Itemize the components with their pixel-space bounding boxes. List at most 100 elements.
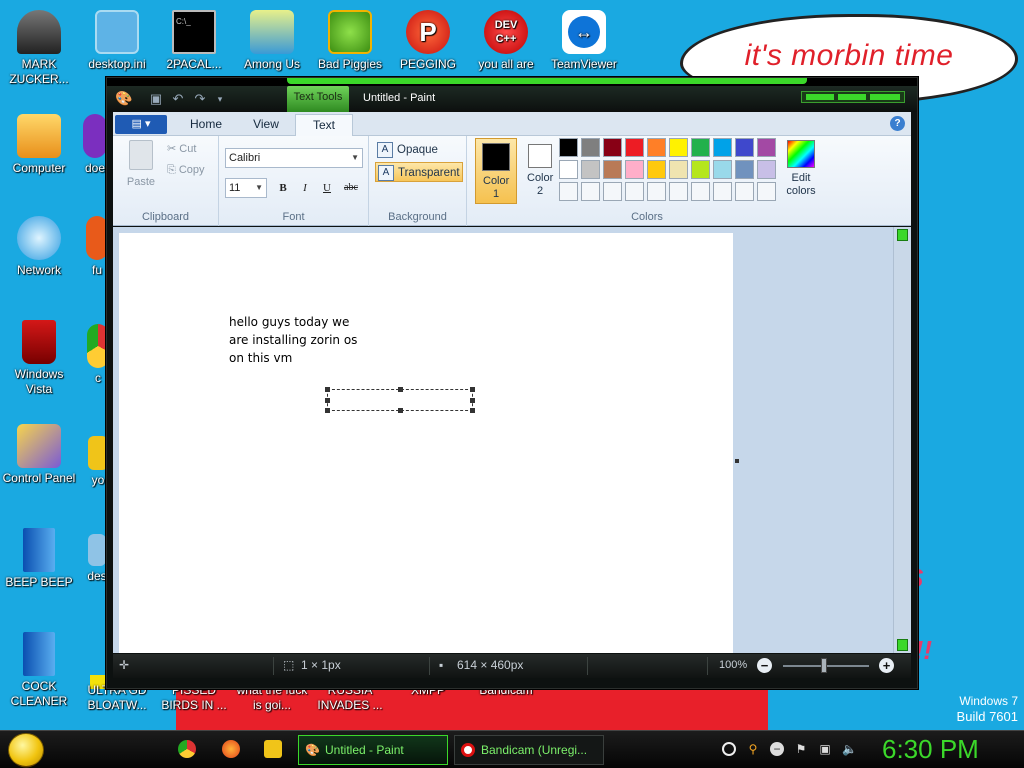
resize-handle[interactable] [470,408,475,413]
palette-swatch[interactable] [603,138,622,157]
palette-swatch[interactable] [603,182,622,201]
maximize-button[interactable] [838,94,866,100]
desktop-icon-beep-beep[interactable]: BEEP BEEP [0,528,78,590]
window-controls[interactable] [801,91,905,103]
action-center-flag-icon[interactable]: ⚑ [794,742,808,756]
palette-swatch[interactable] [625,160,644,179]
desktop-icon-2pacal[interactable]: C:\_ 2PACAL... [155,10,233,72]
desktop-icon-cock-cleaner[interactable]: COCK CLEANER [0,632,78,709]
resize-handle[interactable] [470,398,475,403]
palette-swatch[interactable] [581,182,600,201]
palette-swatch[interactable] [757,138,776,157]
minus-circle-icon[interactable]: − [770,742,784,756]
paste-button[interactable]: Paste [121,140,161,188]
paint-palette-icon[interactable]: 🎨 [115,90,133,106]
desktop-icon-computer[interactable]: Computer [0,114,78,176]
palette-swatch[interactable] [647,138,666,157]
italic-button[interactable]: I [295,178,315,198]
palette-swatch[interactable] [757,182,776,201]
folder-icon[interactable] [264,740,282,758]
minimize-button[interactable] [806,94,834,100]
cut-button[interactable]: ✂ Cut [167,142,196,155]
undo-icon[interactable]: ↶ [169,90,187,108]
palette-swatch[interactable] [669,160,688,179]
desktop-icon-control-panel[interactable]: Control Panel [0,424,78,486]
palette-swatch[interactable] [691,182,710,201]
tab-view[interactable]: View [237,114,295,136]
vertical-scrollbar[interactable] [893,227,911,653]
start-button[interactable] [8,733,44,768]
quick-access-dropdown-icon[interactable]: ▾ [211,90,229,108]
taskbar-task-bandicam[interactable]: Bandicam (Unregi... [454,735,604,765]
palette-swatch[interactable] [669,138,688,157]
palette-swatch[interactable] [581,160,600,179]
desktop-icon-network[interactable]: Network [0,216,78,278]
desktop-icon-teamviewer[interactable]: ↔ TeamViewer [545,10,623,72]
network-tray-icon[interactable]: ▣ [818,742,832,756]
desktop-icon-among-us[interactable]: Among Us [233,10,311,72]
canvas-text[interactable]: hello guys today we are installing zorin… [229,313,357,367]
palette-swatch[interactable] [735,138,754,157]
edit-colors-button[interactable]: Edit colors [781,140,821,198]
zoom-out-button[interactable]: − [757,658,772,673]
underline-button[interactable]: U [317,178,337,198]
palette-swatch[interactable] [735,160,754,179]
desktop-icon-pegging[interactable]: P PEGGING [389,10,467,72]
firefox-icon[interactable] [222,740,240,758]
palette-swatch[interactable] [559,138,578,157]
palette-swatch[interactable] [713,160,732,179]
record-status-icon[interactable] [722,742,736,756]
text-box-selection[interactable] [325,387,475,413]
font-family-select[interactable]: Calibri ▼ [225,148,363,168]
resize-handle[interactable] [398,387,403,392]
palette-swatch[interactable] [559,160,578,179]
help-icon[interactable]: ? [890,116,905,131]
paint-menu-button[interactable]: ▤ ▾ [115,115,167,134]
canvas-resize-handle[interactable] [735,459,739,463]
color1-button[interactable]: Color 1 [475,138,517,204]
copy-button[interactable]: ⎘ Copy [167,164,205,177]
canvas[interactable]: hello guys today we are installing zorin… [119,233,733,653]
desktop-icon-mark-zucker[interactable]: MARK ZUCKER... [0,10,78,87]
palette-swatch[interactable] [603,160,622,179]
close-button[interactable] [870,94,900,100]
clock[interactable]: 6:30 PM [882,734,979,765]
palette-swatch[interactable] [581,138,600,157]
palette-swatch[interactable] [647,182,666,201]
redo-icon[interactable]: ↷ [191,90,209,108]
opaque-button[interactable]: A Opaque [375,140,463,160]
chrome-icon[interactable] [178,740,196,758]
palette-swatch[interactable] [691,160,710,179]
palette-swatch[interactable] [757,160,776,179]
scroll-down-button[interactable] [897,639,908,651]
palette-swatch[interactable] [691,138,710,157]
palette-swatch[interactable] [713,138,732,157]
resize-handle[interactable] [325,398,330,403]
volume-icon[interactable]: 🔈 [842,742,857,756]
title-bar[interactable]: 🎨 ▣ ↶ ↷ ▾ Text Tools Untitled - Paint [107,78,917,112]
desktop-icon-desktop-ini[interactable]: desktop.ini [78,10,156,72]
save-icon[interactable]: ▣ [147,90,165,108]
zoom-in-button[interactable]: + [879,658,894,673]
palette-swatch[interactable] [735,182,754,201]
palette-swatch[interactable] [625,138,644,157]
paint-window[interactable]: 🎨 ▣ ↶ ↷ ▾ Text Tools Untitled - Paint ▤ … [106,77,918,689]
zoom-slider-thumb[interactable] [821,658,827,673]
palette-swatch[interactable] [647,160,666,179]
resize-handle[interactable] [398,408,403,413]
desktop-icon-you-all-are[interactable]: DEV C++ you all are [467,10,545,72]
tab-home[interactable]: Home [175,114,237,136]
strikethrough-button[interactable]: abc [341,178,361,198]
taskbar-task-paint[interactable]: 🎨 Untitled - Paint [298,735,448,765]
resize-handle[interactable] [325,387,330,392]
search-icon[interactable]: ⚲ [746,742,760,756]
palette-swatch[interactable] [713,182,732,201]
desktop-icon-windows-vista[interactable]: Windows Vista [0,320,78,397]
canvas-workspace[interactable]: hello guys today we are installing zorin… [113,227,893,653]
desktop-icon-bad-piggies[interactable]: Bad Piggies [311,10,389,72]
resize-handle[interactable] [470,387,475,392]
transparent-button[interactable]: A Transparent [375,162,463,182]
color2-button[interactable]: Color 2 [519,138,561,204]
scroll-up-button[interactable] [897,229,908,241]
tab-text[interactable]: Text [295,114,353,136]
